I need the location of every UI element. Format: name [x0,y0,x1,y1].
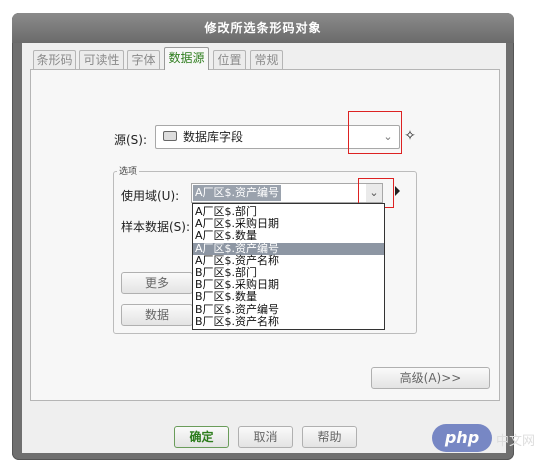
use-field-value: A厂区$.资产编号 [193,185,282,201]
sample-data-label: 样本数据(S): [121,220,191,234]
field-dropdown-list[interactable]: A厂区$.部门 A厂区$.采购日期 A厂区$.数量 A厂区$.资产编号 A厂区$.资产名… [192,203,385,330]
dropdown-item[interactable]: B厂区$.数量 [193,291,384,303]
dropdown-item[interactable]: A厂区$.资产编号 [193,242,384,255]
tab-position[interactable]: 位置 [213,50,246,69]
advanced-button[interactable]: 高级(A)>> [371,367,490,389]
dropdown-item[interactable]: B厂区$.采购日期 [193,279,384,291]
triangle-right-icon[interactable] [395,186,400,196]
watermark-logo: php [432,424,492,452]
tab-general[interactable]: 常规 [250,50,283,69]
tab-barcode[interactable]: 条形码 [33,50,76,69]
dropdown-item[interactable]: A厂区$.资产名称 [193,254,384,267]
group-title: 选项 [117,164,140,177]
use-field-label: 使用域(U): [121,189,180,203]
source-label: 源(S): [114,133,148,147]
data-button[interactable]: 数据 [121,304,193,326]
source-value: 数据库字段 [183,130,244,144]
ok-button[interactable]: 确定 [174,426,229,448]
watermark-text: 中文网 [496,434,536,449]
highlight-box [348,111,402,154]
magic-wand-icon[interactable]: ✧ [402,127,418,145]
dropdown-item[interactable]: A厂区$.数量 [193,230,384,242]
more-button[interactable]: 更多 [121,272,193,294]
dropdown-item[interactable]: B厂区$.资产编号 [193,303,384,316]
dropdown-item[interactable]: B厂区$.资产名称 [193,315,384,328]
dialog-title: 修改所选条形码对象 [12,13,514,43]
database-icon [163,131,177,141]
help-button[interactable]: 帮助 [302,426,357,448]
tab-font[interactable]: 字体 [127,50,160,69]
tab-readability[interactable]: 可读性 [79,50,124,69]
dropdown-item[interactable]: A厂区$.采购日期 [193,218,384,230]
cancel-button[interactable]: 取消 [238,426,293,448]
tab-data-source[interactable]: 数据源 [164,47,209,70]
